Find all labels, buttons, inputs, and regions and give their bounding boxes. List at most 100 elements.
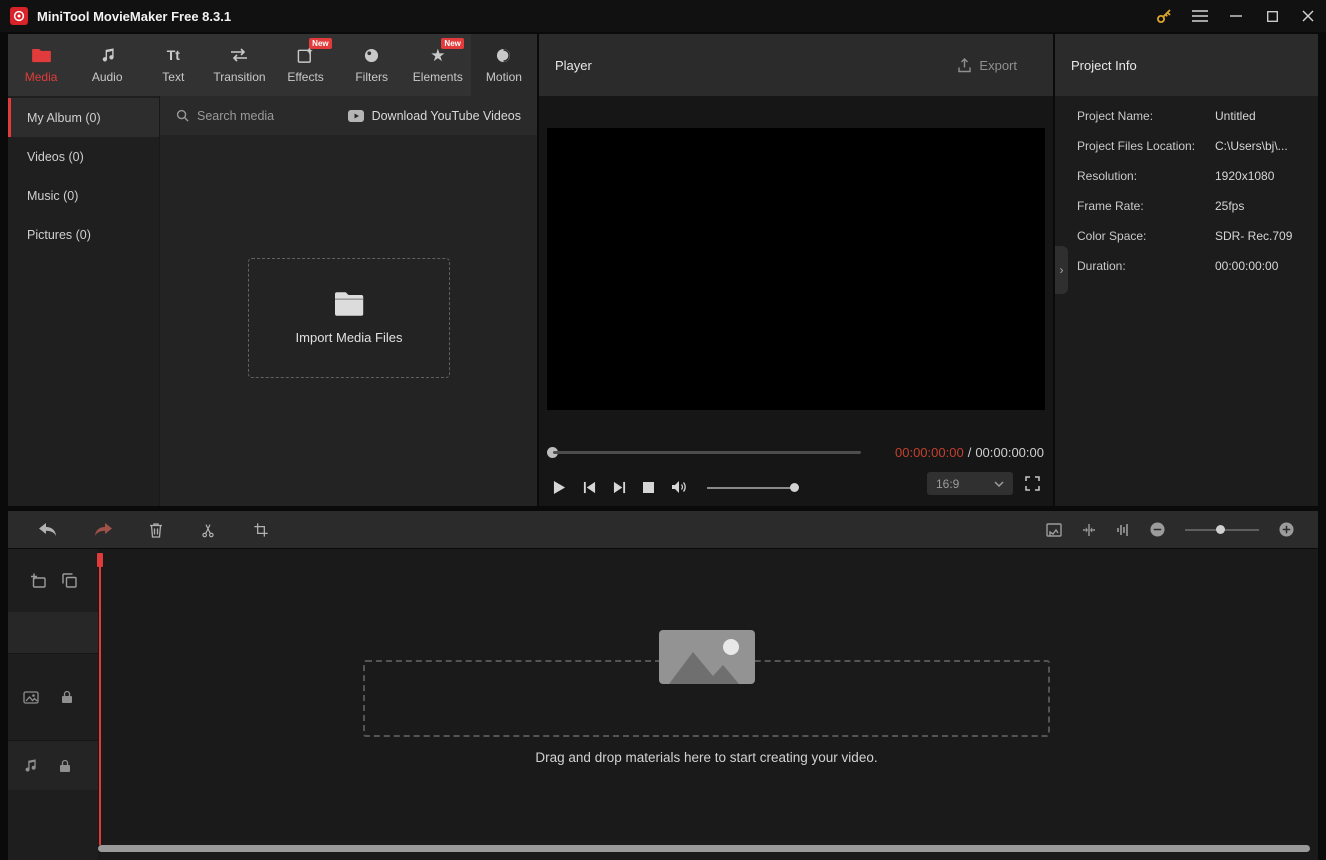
redo-button[interactable] [94, 523, 112, 536]
tab-motion-label: Motion [485, 70, 522, 84]
tab-text[interactable]: Tt Text [140, 34, 206, 96]
search-icon [176, 109, 189, 122]
tab-motion[interactable]: Motion [470, 34, 537, 96]
crop-button[interactable] [253, 522, 269, 538]
row-label: Project Files Location: [1077, 139, 1196, 153]
titlebar: MiniTool MovieMaker Free 8.3.1 [0, 0, 1326, 32]
stop-button[interactable] [643, 481, 654, 493]
waveform-icon[interactable] [1116, 523, 1130, 537]
filters-icon [364, 46, 379, 64]
time-separator: / [967, 445, 972, 460]
motion-icon [496, 46, 511, 64]
row-value: 1920x1080 [1215, 169, 1275, 183]
play-button[interactable] [553, 480, 566, 495]
playback-controls [553, 474, 799, 500]
tab-filters-label: Filters [355, 70, 389, 84]
collapse-chevron-icon: › [1059, 263, 1064, 277]
license-key-icon[interactable] [1146, 0, 1182, 32]
tab-effects-label: Effects [287, 70, 324, 84]
row-label: Duration: [1077, 259, 1126, 273]
sidebar-item-videos[interactable]: Videos (0) [8, 137, 159, 176]
project-info-row: Project Files Location: C:\Users\bj\... [1077, 131, 1312, 161]
track-add-row [8, 549, 98, 612]
tab-elements[interactable]: New ★ Elements [405, 34, 471, 96]
import-media-button[interactable]: Import Media Files [248, 258, 450, 378]
timeline-scrollbar[interactable] [98, 845, 1310, 852]
menu-icon[interactable] [1182, 0, 1218, 32]
project-info-row: Frame Rate: 25fps [1077, 191, 1312, 221]
tab-audio[interactable]: Audio [74, 34, 140, 96]
tab-transition[interactable]: Transition [206, 34, 272, 96]
transition-arrows-icon [230, 46, 248, 64]
sidebar-item-label: Videos (0) [27, 149, 84, 164]
download-youtube-button[interactable]: Download YouTube Videos [347, 108, 521, 123]
media-topbar: Search media Download YouTube Videos [160, 96, 537, 135]
timeline-zoom-slider[interactable] [1185, 524, 1259, 535]
volume-slider[interactable] [707, 482, 799, 493]
player-panel: Player Export 00:00:00:00/00:00:00:00 16… [539, 34, 1053, 506]
volume-icon[interactable] [671, 480, 688, 494]
split-scissors-button[interactable] [200, 522, 216, 538]
zoom-out-button[interactable] [1150, 522, 1165, 537]
export-label: Export [979, 57, 1017, 73]
volume-slider-track [707, 486, 793, 489]
delete-button[interactable] [149, 522, 163, 538]
row-label: Resolution: [1077, 169, 1138, 183]
tab-text-label: Text [162, 70, 185, 84]
snap-icon[interactable] [1082, 523, 1096, 537]
timeline: Drag and drop materials here to start cr… [8, 549, 1318, 860]
project-info-panel: Project Info Project Name: Untitled Proj… [1055, 34, 1318, 506]
import-folder-icon [333, 291, 365, 317]
previous-frame-button[interactable] [583, 481, 596, 494]
export-icon [957, 57, 972, 73]
text-icon: Tt [166, 47, 180, 63]
time-display: 00:00:00:00/00:00:00:00 [895, 445, 1044, 460]
image-placeholder-icon [659, 630, 755, 684]
add-clip-icon[interactable] [30, 573, 46, 588]
video-track-header [8, 653, 98, 740]
search-placeholder: Search media [197, 108, 275, 123]
undo-button[interactable] [39, 523, 57, 536]
music-track-lock-icon[interactable] [59, 759, 71, 773]
copy-clip-icon[interactable] [62, 573, 77, 588]
collapse-panel-button[interactable]: › [1055, 246, 1068, 294]
next-frame-button[interactable] [613, 481, 626, 494]
minimize-button[interactable] [1218, 0, 1254, 32]
row-value: Untitled [1215, 109, 1256, 123]
zoom-fit-icon[interactable] [1046, 522, 1062, 537]
search-input[interactable]: Search media [176, 109, 348, 123]
import-media-label: Import Media Files [295, 330, 403, 345]
export-button[interactable]: Export [957, 58, 1017, 73]
tab-transition-label: Transition [213, 70, 266, 84]
tab-filters[interactable]: Filters [339, 34, 405, 96]
seek-bar[interactable] [553, 451, 861, 454]
sidebar-item-label: Pictures (0) [27, 227, 91, 242]
zoom-in-button[interactable] [1279, 522, 1294, 537]
download-youtube-label: Download YouTube Videos [371, 108, 521, 123]
project-info-header: Project Info [1055, 34, 1318, 96]
sidebar-item-pictures[interactable]: Pictures (0) [8, 215, 159, 254]
volume-slider-handle[interactable] [790, 482, 799, 492]
tab-media[interactable]: Media [8, 34, 74, 96]
row-value: C:\Users\bj\... [1215, 139, 1288, 153]
sidebar-item-music[interactable]: Music (0) [8, 176, 159, 215]
maximize-button[interactable] [1254, 0, 1290, 32]
music-track-header [8, 740, 98, 790]
tab-effects[interactable]: New Effects [273, 34, 339, 96]
playhead-handle[interactable] [97, 553, 103, 567]
playhead[interactable] [99, 553, 101, 845]
sidebar-item-label: My Album (0) [27, 110, 101, 125]
zoom-slider-handle[interactable] [1216, 525, 1225, 534]
sidebar-item-my-album[interactable]: My Album (0) [8, 98, 159, 137]
drop-hint-text: Drag and drop materials here to start cr… [535, 750, 878, 765]
sidebar-item-label: Music (0) [27, 188, 79, 203]
new-badge: New [441, 38, 464, 49]
video-track-lock-icon[interactable] [61, 690, 73, 704]
close-button[interactable] [1290, 0, 1326, 32]
total-time: 00:00:00:00 [975, 445, 1044, 460]
aspect-ratio-select[interactable]: 16:9 [927, 472, 1013, 495]
timeline-toolbar [8, 511, 1318, 548]
app-logo-icon [10, 7, 28, 25]
player-title: Player [555, 57, 592, 73]
fullscreen-icon[interactable] [1025, 476, 1040, 491]
